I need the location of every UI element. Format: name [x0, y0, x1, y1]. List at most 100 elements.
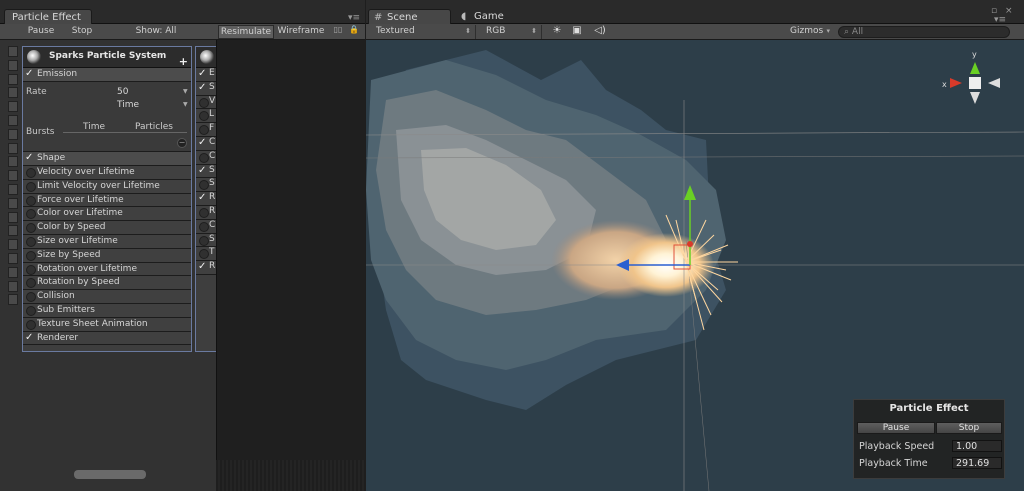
resimulate-toggle[interactable]: Resimulate	[218, 25, 274, 39]
second-module-row[interactable]: ✓ S	[196, 81, 216, 96]
module-row[interactable]: Color over Lifetime	[23, 207, 191, 222]
sidebar-swatch[interactable]	[8, 225, 18, 237]
sidebar-swatch[interactable]	[8, 142, 18, 154]
toggle-circle-icon[interactable]	[198, 206, 209, 218]
add-burst-icon[interactable]: −	[177, 138, 187, 148]
second-module-row[interactable]: ✓ E	[196, 68, 216, 82]
checkmark-icon[interactable]: ✓	[25, 152, 35, 163]
module-row[interactable]: Collision	[23, 290, 191, 304]
sidebar-swatch[interactable]	[8, 280, 18, 292]
panel-menu-icon[interactable]: ▾≡	[348, 13, 360, 23]
sidebar-swatch[interactable]	[8, 239, 18, 251]
module-row[interactable]: Limit Velocity over Lifetime	[23, 179, 191, 194]
pause-button[interactable]: Pause	[22, 25, 60, 39]
checkmark-icon[interactable]: ✓	[198, 165, 208, 176]
sidebar-swatch[interactable]	[8, 156, 18, 168]
sidebar-swatch[interactable]	[8, 101, 18, 113]
toggle-circle-icon[interactable]	[25, 249, 36, 261]
gizmos-dropdown[interactable]: Gizmos ▾	[780, 25, 834, 39]
sidebar-swatch[interactable]	[8, 266, 18, 278]
checkmark-icon[interactable]: ✓	[198, 192, 208, 203]
tab-game[interactable]: ◖ Game	[456, 9, 526, 25]
sidebar-swatch[interactable]	[8, 211, 18, 223]
second-module-row[interactable]: T	[196, 247, 216, 262]
module-row[interactable]: ✓ Renderer	[23, 331, 191, 346]
wireframe-toggle[interactable]: Wireframe	[277, 25, 325, 39]
checkmark-icon[interactable]: ✓	[25, 68, 35, 79]
horizontal-scrollbar[interactable]	[74, 470, 146, 479]
toggle-circle-icon[interactable]	[25, 276, 36, 289]
module-row[interactable]: Rotation by Speed	[23, 276, 191, 291]
lock-icon[interactable]: 🔒	[348, 25, 360, 38]
sidebar-swatch[interactable]	[8, 294, 18, 306]
sidebar-swatch[interactable]	[8, 114, 18, 126]
checkmark-icon[interactable]: ✓	[198, 82, 208, 93]
module-row[interactable]: Size over Lifetime	[23, 234, 191, 249]
second-module-row[interactable]: L	[196, 109, 216, 124]
sidebar-swatch[interactable]	[8, 59, 18, 71]
second-module-row[interactable]: R	[196, 205, 216, 220]
second-module-row[interactable]: ✓ R	[196, 261, 216, 275]
module-row[interactable]: ✓ Shape	[23, 152, 191, 166]
toggle-circle-icon[interactable]	[198, 247, 209, 260]
second-module-row[interactable]: ✓ R	[196, 192, 216, 206]
second-module-row[interactable]: S	[196, 233, 216, 248]
layout-icon[interactable]: ▯▯	[332, 25, 344, 38]
sidebar-swatch[interactable]	[8, 183, 18, 195]
toggle-circle-icon[interactable]	[25, 318, 36, 330]
module-row[interactable]: Velocity over Lifetime	[23, 166, 191, 180]
toggle-circle-icon[interactable]	[25, 180, 36, 192]
particle-system-header[interactable]: Sparks Particle System +	[23, 47, 191, 68]
toggle-circle-icon[interactable]	[198, 178, 209, 191]
module-row[interactable]: Force over Lifetime	[23, 193, 191, 208]
toggle-circle-icon[interactable]	[25, 263, 36, 275]
render-mode-dropdown[interactable]: Textured ⬍	[366, 25, 476, 39]
stop-button[interactable]: Stop	[66, 25, 98, 39]
toggle-circle-icon[interactable]	[198, 220, 209, 232]
rate-mode-arrow-icon[interactable]: ▼	[183, 101, 188, 108]
module-row[interactable]: Texture Sheet Animation	[23, 317, 191, 332]
tab-scene[interactable]: # Scene	[368, 9, 451, 25]
overlay-stop-button[interactable]: Stop	[936, 422, 1002, 434]
toggle-circle-icon[interactable]	[25, 290, 36, 303]
add-module-icon[interactable]: +	[179, 55, 188, 68]
sidebar-swatch[interactable]	[8, 252, 18, 264]
toggle-circle-icon[interactable]	[25, 235, 36, 247]
toggle-circle-icon[interactable]	[198, 151, 209, 163]
second-module-row[interactable]: C	[196, 219, 216, 234]
toggle-circle-icon[interactable]	[25, 304, 36, 316]
rate-curve-dropdown-icon[interactable]: ▼	[183, 88, 188, 95]
toggle-circle-icon[interactable]	[198, 123, 209, 136]
sidebar-swatch[interactable]	[8, 128, 18, 140]
checkmark-icon[interactable]: ✓	[198, 137, 208, 148]
show-all-dropdown[interactable]: Show: All	[128, 25, 184, 39]
second-module-row[interactable]: F	[196, 123, 216, 137]
tab-particle-effect[interactable]: Particle Effect	[4, 9, 92, 25]
scene-viewport[interactable]: y x Particle Effect Pause Stop Playback …	[366, 40, 1024, 491]
toggle-circle-icon[interactable]	[25, 221, 36, 234]
rate-value-field[interactable]: 50	[117, 87, 128, 97]
close-icon[interactable]: ×	[1005, 6, 1013, 16]
toggle-circle-icon[interactable]	[198, 109, 209, 122]
second-module-row[interactable]: V	[196, 95, 216, 110]
module-row[interactable]: Size by Speed	[23, 248, 191, 263]
second-module-row[interactable]: ✓ S	[196, 164, 216, 179]
module-emission[interactable]: ✓ Emission	[23, 68, 191, 82]
toggle-circle-icon[interactable]	[198, 96, 209, 108]
second-module-row[interactable]: C	[196, 150, 216, 165]
playback-speed-field[interactable]: 1.00	[952, 440, 1002, 452]
second-module-row[interactable]: S	[196, 178, 216, 193]
sidebar-swatch[interactable]	[8, 170, 18, 182]
checkmark-icon[interactable]: ✓	[25, 332, 35, 343]
toggle-circle-icon[interactable]	[25, 207, 36, 220]
module-row[interactable]: Color by Speed	[23, 221, 191, 235]
audio-toggle-icon[interactable]: ◁)	[592, 25, 608, 38]
second-system-header[interactable]	[196, 47, 216, 68]
module-row[interactable]: Sub Emitters	[23, 303, 191, 318]
rate-mode-dropdown[interactable]: Time	[117, 100, 139, 110]
toggle-circle-icon[interactable]	[25, 194, 36, 206]
toggle-circle-icon[interactable]	[25, 166, 36, 178]
image-toggle-icon[interactable]: ▣	[570, 25, 584, 38]
scene-search-input[interactable]: ⌕ All	[838, 26, 1010, 38]
sidebar-swatch[interactable]	[8, 197, 18, 209]
